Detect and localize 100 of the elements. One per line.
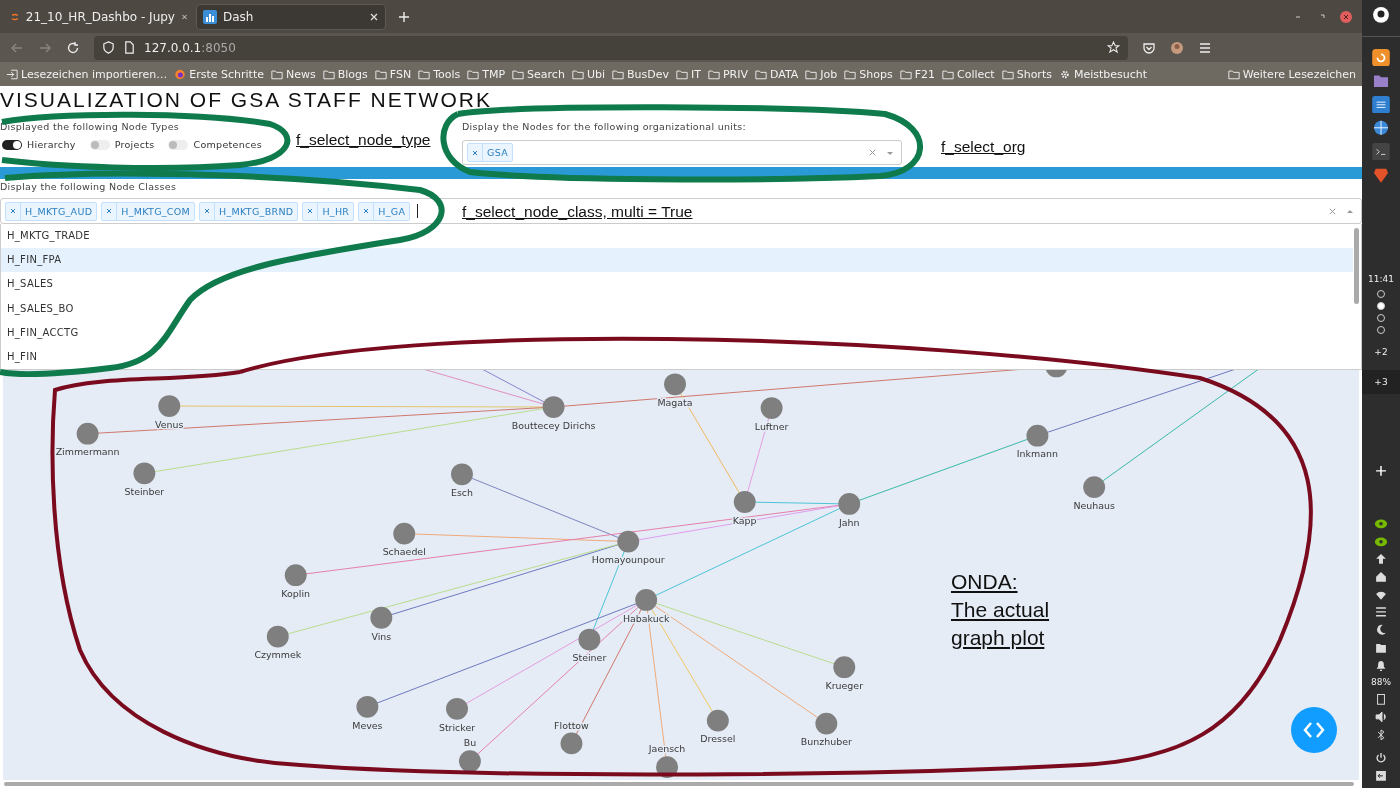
- globe-icon[interactable]: [1372, 119, 1390, 137]
- bookmark[interactable]: Ubi: [571, 67, 605, 81]
- bookmark[interactable]: F21: [899, 67, 936, 81]
- address-bar[interactable]: 127.0.0.1:8050: [94, 35, 1128, 60]
- graph-node[interactable]: Czymmek: [254, 625, 302, 661]
- bookmark[interactable]: Erste Schritte: [174, 67, 264, 81]
- workspace-indicator[interactable]: [1377, 302, 1385, 311]
- graph-node[interactable]: Inkmann: [1016, 424, 1058, 460]
- reload-icon[interactable]: [66, 40, 80, 55]
- dropdown-option[interactable]: H_SALES: [1, 272, 1353, 297]
- power-icon[interactable]: [1375, 752, 1387, 765]
- graph-node[interactable]: Homayounpour: [591, 530, 665, 566]
- graph-node[interactable]: Steiner: [572, 628, 607, 664]
- bookmark[interactable]: TMP: [467, 67, 506, 81]
- dropdown-option[interactable]: H_FIN_ACCTG: [1, 320, 1353, 345]
- bookmark[interactable]: DATA: [755, 67, 799, 81]
- dropdown-option[interactable]: H_SALES_BO: [1, 296, 1353, 321]
- bookmark[interactable]: Meistbesucht: [1058, 67, 1148, 81]
- user-icon[interactable]: [1372, 6, 1390, 24]
- folder-icon: [271, 68, 283, 80]
- bookmark[interactable]: Tools: [418, 67, 461, 81]
- bookmark[interactable]: PRIV: [707, 67, 748, 81]
- graph-node[interactable]: Jaensch: [648, 743, 686, 778]
- toggle-switch[interactable]: [168, 139, 189, 150]
- selected-chip[interactable]: H_MKTG_COM: [101, 201, 196, 221]
- graph-node[interactable]: Stricker: [438, 697, 476, 733]
- menu-icon[interactable]: [1375, 606, 1387, 619]
- home-icon[interactable]: [1375, 571, 1387, 583]
- graph-node[interactable]: Krueger: [825, 656, 864, 691]
- add-icon[interactable]: [1374, 464, 1388, 477]
- graph-node[interactable]: Zimmermann: [55, 422, 120, 458]
- bookmark[interactable]: BusDev: [611, 67, 669, 81]
- selected-chip[interactable]: H_MKTG_BRND: [199, 201, 299, 221]
- pocket-icon[interactable]: [1142, 40, 1156, 55]
- dropdown-option[interactable]: H_MKTG_TRADE: [1, 224, 1353, 249]
- avatar-icon[interactable]: [1170, 40, 1184, 55]
- bookmark[interactable]: Search: [512, 67, 565, 81]
- volume-icon[interactable]: [1375, 711, 1387, 723]
- app-icon[interactable]: [1372, 95, 1390, 114]
- bluetooth-icon[interactable]: [1375, 728, 1387, 741]
- bookmark[interactable]: Shorts: [1001, 67, 1052, 81]
- graph-node[interactable]: Luftner: [754, 397, 789, 432]
- graph-node[interactable]: Bunzhuber: [800, 712, 852, 748]
- bell-icon[interactable]: [1375, 659, 1387, 672]
- graph-node[interactable]: Schaedel: [382, 522, 426, 558]
- folder-icon: [467, 68, 480, 80]
- graph-node[interactable]: Steinber: [124, 462, 165, 498]
- clear-icon[interactable]: [868, 148, 877, 157]
- upload-icon[interactable]: [1375, 553, 1387, 565]
- new-tab-icon[interactable]: [398, 10, 410, 23]
- toggle-switch[interactable]: [2, 139, 22, 150]
- url-host: 127.0.0.1: [144, 40, 202, 55]
- selected-chip[interactable]: GSA: [467, 143, 513, 162]
- close-icon[interactable]: [369, 11, 379, 22]
- bookmark[interactable]: Weitere Lesezeichen: [1227, 67, 1356, 81]
- browser-tab[interactable]: 21_10_HR_Dashbo - Jupy: [4, 3, 194, 30]
- graph-node[interactable]: Venus: [155, 395, 184, 430]
- bookmark[interactable]: FSN: [374, 67, 412, 81]
- dropdown-option[interactable]: H_FIN_FPA: [1, 248, 1353, 273]
- page-icon: [123, 41, 136, 54]
- field-label: Display the Nodes for the following organizational units:: [462, 121, 748, 132]
- browser-tab[interactable]: Dash: [196, 3, 386, 30]
- annotation-text: ONDA:: [951, 570, 1019, 594]
- folder-icon[interactable]: [1375, 641, 1387, 654]
- graph-node[interactable]: Meves: [352, 695, 383, 731]
- selected-chip[interactable]: H_HR: [302, 201, 355, 221]
- graph-node[interactable]: Magata: [657, 373, 693, 409]
- close-icon[interactable]: [1340, 10, 1352, 23]
- folder-icon: [374, 68, 387, 80]
- graph-node[interactable]: Dressel: [700, 709, 736, 745]
- eye-icon[interactable]: [1374, 517, 1388, 530]
- bookmark[interactable]: Job: [805, 67, 838, 81]
- org-dropdown[interactable]: GSA: [462, 140, 902, 165]
- scrollbar[interactable]: [1354, 228, 1359, 304]
- bookmark[interactable]: Lesezeichen importieren…: [6, 67, 168, 81]
- logout-icon[interactable]: [1375, 770, 1387, 782]
- dropdown-option[interactable]: H_FIN: [1, 344, 1353, 370]
- workspace-button[interactable]: +2: [1362, 340, 1400, 365]
- battery-icon[interactable]: [1375, 693, 1387, 705]
- bookmark[interactable]: Blogs: [322, 67, 368, 81]
- selected-chip[interactable]: H_MKTG_AUD: [5, 201, 98, 221]
- toggle-switch[interactable]: [89, 139, 110, 150]
- graph-node[interactable]: Flottow: [554, 719, 589, 755]
- folder-icon: [805, 68, 818, 80]
- menu-icon[interactable]: [1198, 40, 1212, 55]
- bookmark[interactable]: Shops: [844, 67, 893, 81]
- workspace-button[interactable]: +3: [1362, 370, 1400, 395]
- eye-icon[interactable]: [1374, 535, 1388, 548]
- app-icon[interactable]: [1372, 48, 1390, 67]
- graph-node[interactable]: Neuhaus: [1073, 476, 1115, 511]
- terminal-icon[interactable]: [1372, 142, 1390, 161]
- star-icon[interactable]: [1107, 41, 1120, 54]
- clear-icon[interactable]: [1328, 206, 1337, 216]
- graph-node[interactable]: Bouttecey Dirichs: [511, 396, 596, 431]
- bookmark[interactable]: Collect: [942, 67, 995, 81]
- folder-icon: [844, 68, 857, 80]
- selected-chip[interactable]: H_GA: [358, 201, 411, 221]
- bookmark[interactable]: News: [271, 67, 316, 81]
- bookmark[interactable]: IT: [675, 67, 701, 81]
- moon-icon[interactable]: [1375, 624, 1387, 636]
